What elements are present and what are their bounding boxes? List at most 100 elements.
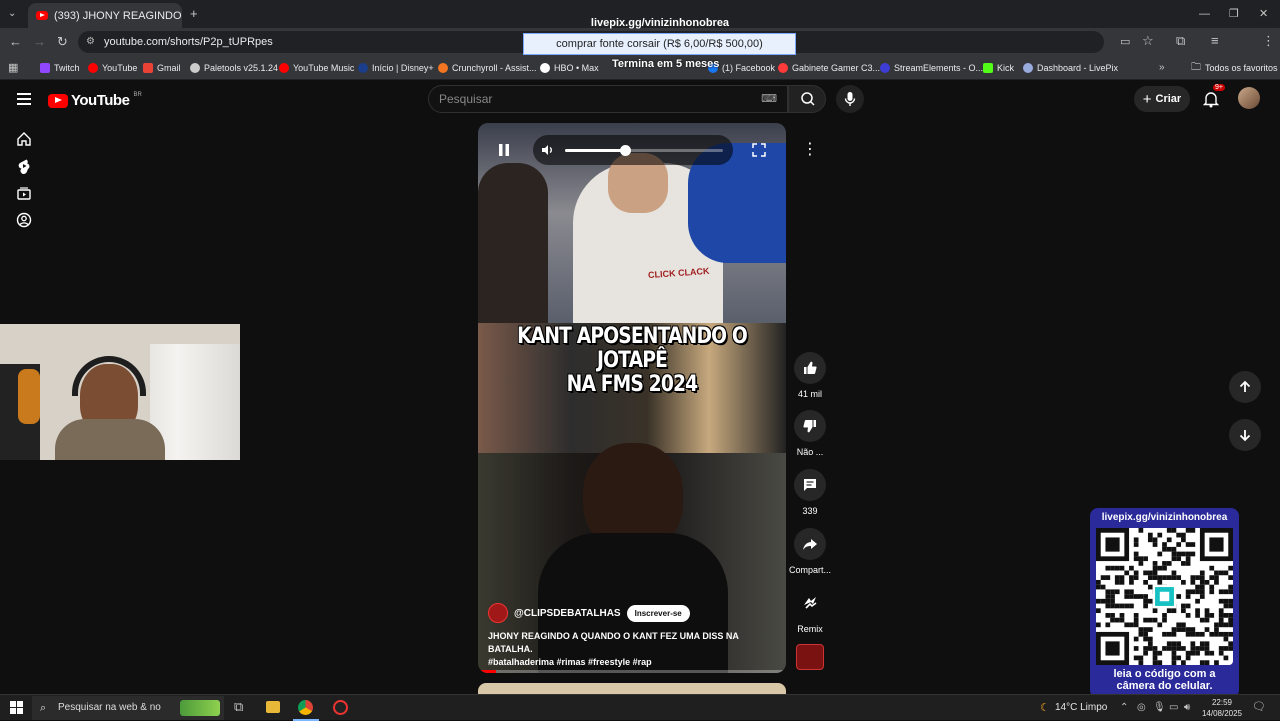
previous-short-button[interactable] [1229,371,1261,403]
cast-icon[interactable]: ▭ [1120,35,1130,49]
restore-icon[interactable]: ❐ [1229,7,1239,21]
remix-action[interactable]: Remix [794,587,826,634]
tray-mic-icon[interactable]: 🎙︎ [1153,701,1166,715]
home-icon[interactable] [16,131,32,147]
bookmark-livepix[interactable]: Dashboard - LivePix [1023,61,1118,75]
fullscreen-icon[interactable] [752,143,766,157]
comments-button[interactable] [794,469,826,501]
more-menu-icon[interactable]: ⋮ [1262,34,1275,48]
taskbar-search-input[interactable]: ⌕ Pesquisar na web & no [32,696,224,720]
reload-icon[interactable]: ↻ [57,35,68,49]
gmail-icon [143,63,153,73]
extensions-icon[interactable]: ⧉ [1176,34,1185,48]
bookmark-gmail[interactable]: Gmail [143,61,181,75]
bookmark-youtube-music[interactable]: YouTube Music [279,61,354,75]
network-icon[interactable]: ▭ [1169,701,1178,715]
user-avatar[interactable] [1238,87,1260,109]
channel-row: @CLIPSDEBATALHAS Inscrever-se [488,603,690,623]
dislike-action[interactable]: Não ... [794,410,826,457]
like-action[interactable]: 41 mil [794,352,826,399]
bookmark-twitch[interactable]: Twitch [40,61,80,75]
voice-search-button[interactable] [836,85,864,113]
volume-control[interactable] [533,135,733,165]
thumbs-down-icon [803,419,816,433]
bookmark-crunchyroll[interactable]: Crunchyroll - Assist... [438,61,537,75]
share-action[interactable]: Compart... [789,528,831,575]
volume-slider[interactable] [565,145,723,156]
bookmark-disney[interactable]: Início | Disney+ [358,61,434,75]
more-options-icon[interactable]: ⋮ [796,136,824,164]
notifications-bell-icon[interactable] [1202,90,1220,108]
back-icon[interactable]: ← [9,35,22,49]
subscribe-button[interactable]: Inscrever-se [626,604,690,622]
shorts-icon[interactable] [16,158,32,174]
windows-start-icon[interactable] [10,701,23,714]
browser-tab-youtube[interactable]: (393) JHONY REAGINDO A 🔊︎ ✕ [28,3,182,28]
search-input[interactable]: Pesquisar ⌨ [428,85,788,113]
video-headline-line1: KANT APOSENTANDO O JOTAPÊ [517,324,748,373]
bookmark-star-icon[interactable]: ☆ [1142,34,1154,48]
bookmark-label: HBO • Max [554,63,599,73]
volume-icon[interactable] [540,143,554,157]
bookmark-hbo-max[interactable]: HBO • Max [540,61,599,75]
new-tab-icon[interactable]: + [190,7,198,21]
shorts-video-player[interactable]: CLICK CLACK KANT APOSENTANDO O JOTAPÊ NA… [478,123,786,673]
weather-text[interactable]: 14°C Limpo [1055,702,1107,713]
comments-action[interactable]: 339 [794,469,826,516]
keyboard-icon[interactable]: ⌨ [761,86,777,112]
you-icon[interactable] [16,212,32,228]
pause-button[interactable] [496,142,512,163]
bookmark-paletools[interactable]: Paletools v25.1.24 [190,61,278,75]
close-window-icon[interactable]: ✕ [1259,7,1268,21]
forward-icon[interactable]: → [33,35,46,49]
tray-overflow-icon[interactable]: ⌃ [1120,701,1128,715]
bookmark-kick[interactable]: Kick [983,61,1014,75]
speaker-icon[interactable]: 🔊︎ [1184,701,1190,715]
hamburger-menu-icon[interactable] [17,93,31,105]
livepix-icon [1023,63,1033,73]
share-button[interactable] [794,528,826,560]
video-title[interactable]: JHONY REAGINDO A QUANDO O KANT FEZ UMA D… [488,630,778,669]
channel-avatar[interactable] [488,603,508,623]
taskbar-search-placeholder: Pesquisar na web & no [58,702,161,713]
bookmark-streamelements[interactable]: StreamElements - O... [880,61,983,75]
bookmark-label: StreamElements - O... [894,63,984,73]
taskbar-clock[interactable]: 22:59 14/08/2025 [1200,697,1244,719]
video-title-text: JHONY REAGINDO A QUANDO O KANT FEZ UMA D… [488,631,739,654]
site-info-icon[interactable]: ⚙︎ [86,31,95,53]
task-view-icon[interactable]: ⧉ [234,700,243,714]
channel-name[interactable]: @CLIPSDEBATALHAS [514,608,621,619]
more-bookmarks-icon[interactable]: » [1159,61,1165,75]
next-short-button[interactable] [1229,419,1261,451]
youtube-icon [88,63,98,73]
notification-center-icon[interactable]: 🗨︎ [1252,700,1266,714]
chrome-icon[interactable] [298,700,313,715]
search-button[interactable] [788,85,826,113]
remix-button[interactable] [794,587,826,619]
file-explorer-icon[interactable] [266,701,280,713]
minimize-icon[interactable]: — [1199,7,1210,21]
bookmark-label: Kick [997,63,1015,73]
url-text: youtube.com/shorts/P2p_tUPRpes [104,36,273,48]
volume-slider-knob[interactable] [620,145,632,156]
like-button[interactable] [794,352,826,384]
bookmark-youtube[interactable]: YouTube [88,61,137,75]
media-controls-icon[interactable]: ≡ [1211,34,1219,48]
tab-title: (393) JHONY REAGINDO A [54,9,182,22]
video-progress-bar[interactable] [478,670,786,673]
bookmark-label: Crunchyroll - Assist... [452,63,537,73]
all-favorites-folder[interactable]: 🗀︎ Todos os favoritos [1191,61,1278,75]
subscriptions-icon[interactable] [16,185,32,201]
audio-source-thumbnail[interactable] [796,644,824,670]
create-button[interactable]: + Criar [1134,86,1190,112]
video-hashtags[interactable]: #batalhaderima #rimas #freestyle #rap [488,656,778,669]
arrow-up-icon [1239,380,1251,392]
tray-app-icon[interactable]: ◎ [1137,701,1146,715]
notifications-badge: 9+ [1213,84,1225,91]
bookmark-gabinete[interactable]: Gabinete Gamer C3... [778,61,880,75]
tab-search-icon[interactable]: ⌄ [8,7,16,21]
dislike-button[interactable] [794,410,826,442]
youtube-logo[interactable]: YouTube BR [48,92,142,109]
obs-icon[interactable] [333,700,348,715]
apps-grid-icon[interactable]: ▦ [8,61,18,75]
